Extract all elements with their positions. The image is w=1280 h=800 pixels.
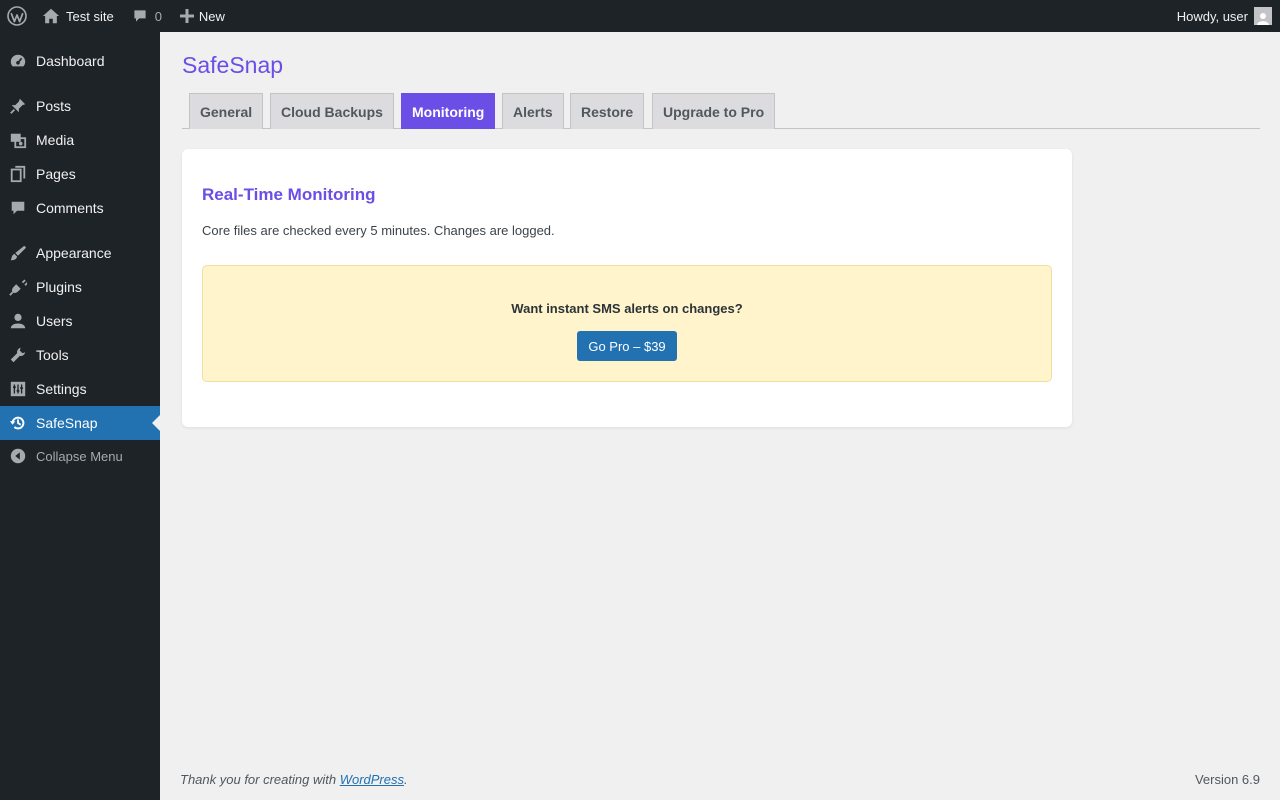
admin-sidebar: Dashboard Posts Media Pages Comments App… <box>0 32 160 800</box>
sidebar-item-media[interactable]: Media <box>0 123 160 157</box>
card-heading: Real-Time Monitoring <box>202 185 376 204</box>
nav-tabs: General Cloud Backups Monitoring Alerts … <box>182 92 1260 129</box>
sidebar-item-appearance[interactable]: Appearance <box>0 236 160 270</box>
sidebar-item-label: SafeSnap <box>36 415 98 431</box>
promo-question: Want instant SMS alerts on changes? <box>511 301 743 316</box>
sidebar-item-tools[interactable]: Tools <box>0 338 160 372</box>
sidebar-item-comments[interactable]: Comments <box>0 191 160 225</box>
tab-cloud-backups[interactable]: Cloud Backups <box>270 93 394 129</box>
comments-count: 0 <box>154 8 162 24</box>
plus-icon <box>179 9 194 23</box>
sidebar-item-settings[interactable]: Settings <box>0 372 160 406</box>
tab-restore[interactable]: Restore <box>570 93 645 129</box>
sidebar-item-label: Tools <box>36 347 69 363</box>
sidebar-item-label: Dashboard <box>36 53 105 69</box>
page-title: SafeSnap <box>182 52 284 78</box>
howdy-text: Howdy, user <box>1176 8 1248 24</box>
sidebar-item-label: Comments <box>36 200 104 216</box>
sidebar-item-users[interactable]: Users <box>0 304 160 338</box>
sidebar-item-label: Settings <box>36 381 87 397</box>
comments-link[interactable]: 0 <box>122 0 170 32</box>
sidebar-item-label: Appearance <box>36 245 112 261</box>
collapse-arrow-icon <box>0 447 36 465</box>
sliders-icon <box>0 380 36 398</box>
sidebar-item-label: Media <box>36 132 75 148</box>
dashboard-icon <box>0 52 36 70</box>
tab-upgrade-to-pro[interactable]: Upgrade to Pro <box>652 93 776 129</box>
wrench-icon <box>0 346 36 364</box>
home-icon <box>42 7 60 25</box>
sidebar-item-label: Plugins <box>36 279 82 295</box>
admin-bar: Test site 0 New Howdy, user <box>0 0 1280 32</box>
footer-thanks: Thank you for creating with WordPress. <box>180 772 408 787</box>
collapse-menu-button[interactable]: Collapse Menu <box>0 439 160 473</box>
comment-bubble-icon <box>132 8 148 24</box>
collapse-menu-label: Collapse Menu <box>36 448 123 464</box>
sidebar-item-posts[interactable]: Posts <box>0 89 160 123</box>
my-account-menu[interactable]: Howdy, user <box>1169 0 1280 32</box>
pin-icon <box>0 97 36 115</box>
footer-thanks-suffix: . <box>404 772 408 787</box>
new-label: New <box>198 8 225 24</box>
card-description: Core files are checked every 5 minutes. … <box>202 223 555 238</box>
footer-version: Version 6.9 <box>1194 772 1260 787</box>
user-icon <box>0 312 36 330</box>
site-name-link[interactable]: Test site <box>34 0 122 32</box>
sidebar-item-pages[interactable]: Pages <box>0 157 160 191</box>
sidebar-item-label: Users <box>36 313 73 329</box>
site-name: Test site <box>66 8 114 24</box>
tab-alerts[interactable]: Alerts <box>502 93 564 129</box>
wordpress-logo-menu[interactable] <box>0 0 34 32</box>
tab-general[interactable]: General <box>189 93 264 129</box>
main-content: SafeSnap General Cloud Backups Monitorin… <box>160 32 1280 800</box>
go-pro-button[interactable]: Go Pro – $39 <box>577 331 677 361</box>
pages-icon <box>0 165 36 183</box>
wordpress-logo-icon <box>7 6 27 26</box>
avatar <box>1254 7 1272 25</box>
comment-icon <box>0 199 36 217</box>
wordpress-link[interactable]: WordPress <box>340 772 404 787</box>
sidebar-item-label: Pages <box>36 166 76 182</box>
plug-icon <box>0 278 36 296</box>
sidebar-item-label: Posts <box>36 98 72 114</box>
footer-thanks-prefix: Thank you for creating with <box>180 772 340 787</box>
media-icon <box>0 131 36 149</box>
monitoring-card: Real-Time Monitoring Core files are chec… <box>182 149 1072 427</box>
sidebar-item-dashboard[interactable]: Dashboard <box>0 44 160 78</box>
tab-monitoring[interactable]: Monitoring <box>401 93 496 129</box>
sidebar-item-safesnap[interactable]: SafeSnap <box>0 406 160 440</box>
brush-icon <box>0 244 36 262</box>
history-icon <box>0 414 36 432</box>
promo-box: Want instant SMS alerts on changes? Go P… <box>202 265 1052 382</box>
new-content-menu[interactable]: New <box>170 0 233 32</box>
sidebar-item-plugins[interactable]: Plugins <box>0 270 160 304</box>
